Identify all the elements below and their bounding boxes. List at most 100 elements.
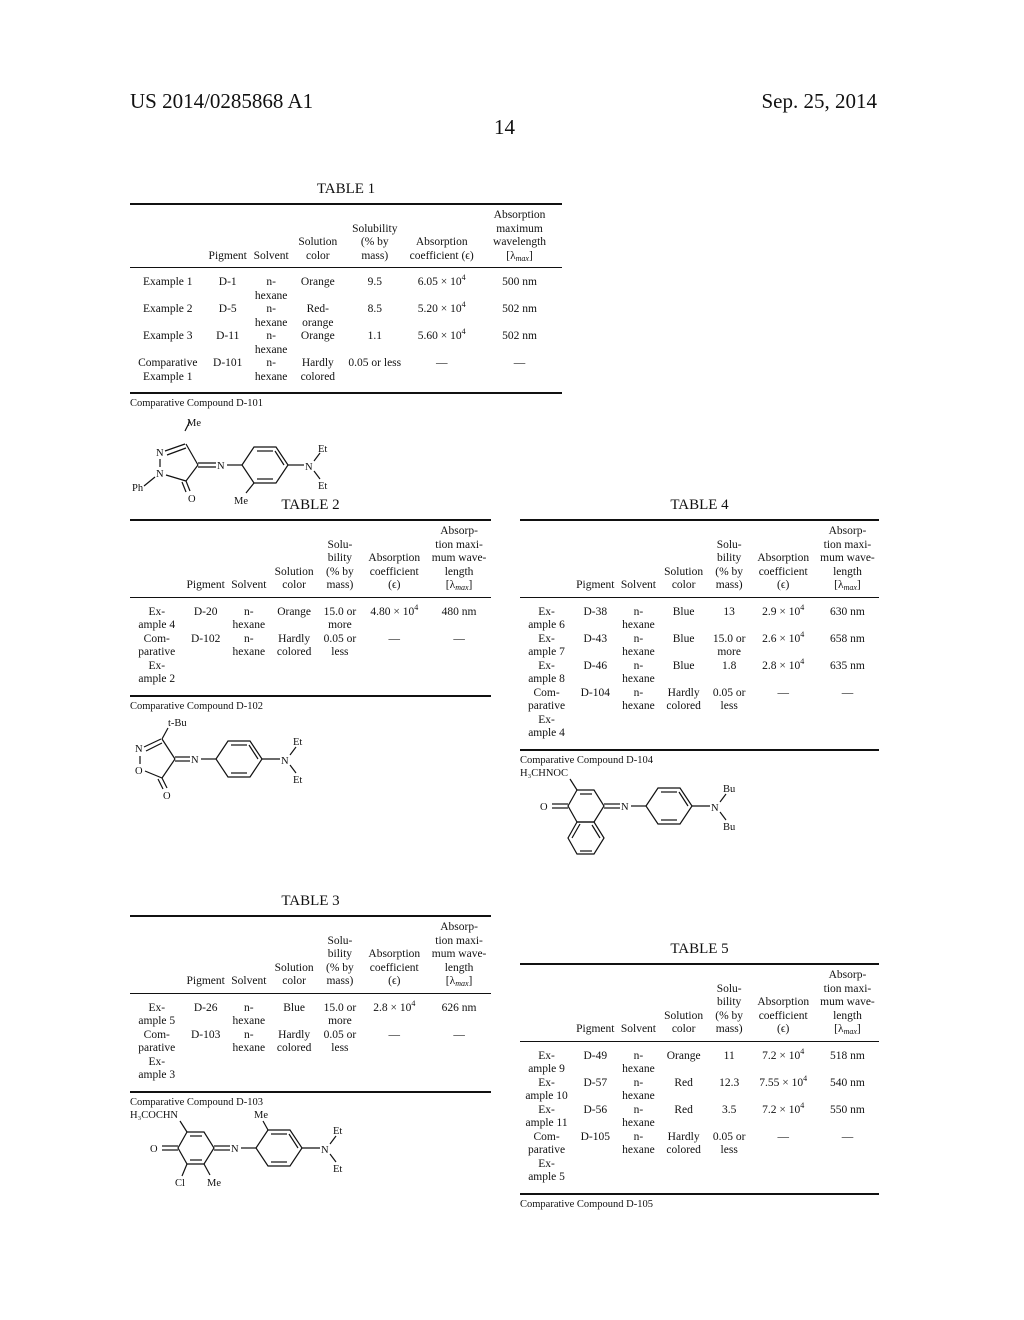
lambda-subscript: max — [843, 1027, 857, 1036]
cell-example: Example 2 — [143, 303, 193, 315]
cell-solvent: n-hexane — [622, 686, 655, 713]
cell-example: Ex- ample 11 — [525, 1103, 568, 1130]
cell-solubility: 1.8 — [721, 659, 737, 672]
table-row: Example 3 D-11 n-hexane Orange 1.1 5.60 × 104… — [130, 328, 562, 357]
coef-exponent: 4 — [800, 1100, 805, 1110]
compound-caption: Comparative Compound D-104 — [520, 754, 653, 766]
cell-pigment: D-20 — [193, 605, 218, 618]
cell-solubility: 9.5 — [367, 276, 382, 288]
cell-solubility: 13 — [723, 605, 735, 618]
cell-color: Orange — [666, 1049, 701, 1062]
cell-color: Hardly colored — [276, 632, 312, 659]
times-ten: × 10 — [779, 1103, 801, 1116]
header-text: Absorp- tion maxi- mum wave- length [λ — [431, 525, 487, 591]
label-n: N — [156, 448, 164, 459]
cell-solvent: n-hexane — [232, 1028, 266, 1055]
col-solubility: Solu- bility (% by mass) — [715, 982, 744, 1036]
cell-color: Hardly colored — [666, 1130, 701, 1157]
cell-color: Blue — [283, 1001, 305, 1014]
table-title: TABLE 2 — [281, 497, 340, 513]
table-body: Ex- ample 9 D-49 n-hexane Orange 11 7.2 × 104… — [520, 1041, 879, 1194]
cell-solvent: n-hexane — [622, 1049, 655, 1076]
cell-pigment: D-105 — [580, 1130, 610, 1143]
cell-pigment: D-38 — [583, 605, 608, 618]
coef-mantissa: 2.9 — [762, 605, 777, 618]
cell-pigment: D-46 — [583, 659, 608, 672]
col-solvent: Solvent — [620, 579, 656, 591]
label-o: O — [135, 766, 143, 777]
coef-mantissa: 7.2 — [762, 1103, 777, 1116]
col-absorption-max: Absorp- tion maxi- mum wave- length [λma… — [816, 520, 879, 597]
table-row: Example 1 D-1 n-hexane Orange 9.5 6.05 × 104 5… — [130, 268, 562, 304]
table-3: Pigment Solvent Solution color Solu- bility… — [130, 915, 491, 1093]
cell-wavelength: 480 nm — [441, 605, 477, 618]
label-o: O — [540, 802, 548, 813]
label-amine-n: N — [321, 1145, 329, 1156]
col-absorption-coefficient: Absorption coefficient (ϵ) — [368, 948, 421, 987]
cell-color: Red-orange — [302, 303, 334, 329]
table-body: Ex- ample 4 D-20 n-hexane Orange 15.0 or mor… — [130, 597, 491, 696]
cell-example: Com- parative Ex- ample 2 — [138, 632, 176, 686]
cell-solvent: n-hexane — [254, 303, 288, 329]
cell-wavelength: — — [513, 357, 526, 369]
col-absorption-max: Absorp- tion maxi- mum wave- length [λma… — [816, 964, 879, 1041]
label-bu: Bu — [723, 784, 736, 795]
cell-wavelength: — — [453, 1028, 465, 1041]
label-imine-n: N — [191, 755, 199, 766]
cell-example: Ex- ample 7 — [528, 632, 565, 659]
table-row: Ex- ample 9 D-49 n-hexane Orange 11 7.2 × 104… — [520, 1041, 879, 1077]
cell-coefficient: 7.2 × 104 — [750, 1100, 815, 1131]
header-text: ] — [856, 579, 861, 591]
cell-example: Ex- ample 10 — [525, 1076, 568, 1103]
col-solution-color: Solution color — [298, 236, 338, 262]
cell-coefficient: — — [388, 632, 401, 645]
compound-caption: Comparative Compound D-105 — [520, 1198, 653, 1210]
label-et: Et — [293, 737, 302, 748]
patent-number: US 2014/0285868 A1 — [130, 89, 314, 113]
table-body: Ex- ample 6 D-38 n-hexane Blue 13 2.9 × 104 63… — [520, 597, 879, 750]
cell-pigment: D-5 — [218, 303, 237, 315]
cell-coefficient: 6.05 × 104 — [406, 268, 477, 304]
col-solvent: Solvent — [253, 249, 289, 262]
table-header: Pigment Solvent Solution color Solu- bility… — [520, 520, 879, 597]
table-2-block: TABLE 2 Pigment Solvent Solution color Solu… — [130, 497, 491, 807]
col-absorption-coefficient: Absorption coefficient (ϵ) — [757, 552, 810, 591]
table-5-block: TABLE 5 Pigment Solvent Solution color Solu… — [520, 941, 879, 1210]
cell-pigment: D-26 — [193, 1001, 218, 1014]
cell-solubility: 3.5 — [721, 1103, 737, 1116]
cell-solvent: n-hexane — [622, 1130, 655, 1157]
label-tbu: t-Bu — [168, 718, 187, 729]
col-pigment: Pigment — [186, 579, 225, 591]
table-title: TABLE 5 — [670, 941, 729, 957]
header-text: ] — [856, 1023, 861, 1035]
cell-solubility: 11 — [723, 1049, 735, 1062]
lambda-subscript: max — [515, 253, 529, 263]
label-et: Et — [333, 1126, 342, 1137]
label-acyl: H₃COCHN — [130, 1110, 178, 1121]
cell-wavelength: 502 nm — [502, 303, 537, 315]
coef-mantissa: 7.55 — [759, 1076, 780, 1089]
cell-coefficient: 7.55 × 104 — [750, 1074, 815, 1104]
label-imine-n: N — [621, 802, 629, 813]
compound-d104-structure: H₃CHNOC O N N Bu Bu — [520, 768, 736, 855]
cell-color: Hardly colored — [276, 1028, 312, 1055]
cell-coefficient: — — [777, 686, 789, 699]
table-header: Pigment Solvent Solution color Solu- bility… — [130, 520, 491, 597]
cell-solvent: n-hexane — [254, 276, 288, 302]
table-row: Example 2 D-5 n-hexane Red-orange 8.5 5.20 × … — [130, 301, 562, 330]
cell-wavelength: 540 nm — [830, 1076, 865, 1089]
cell-coefficient: 5.20 × 104 — [406, 301, 477, 330]
coef-exponent: 4 — [461, 273, 466, 282]
cell-solvent: n-hexane — [254, 330, 288, 356]
label-et: Et — [318, 481, 327, 492]
table-row: Ex- ample 11 D-56 n-hexane Red 3.5 7.2 × 104 5… — [520, 1100, 879, 1131]
cell-wavelength: 626 nm — [441, 1001, 477, 1014]
lambda-subscript: max — [455, 583, 469, 592]
cell-example: Example 3 — [143, 330, 193, 342]
cell-color: Orange — [300, 330, 335, 342]
col-pigment: Pigment — [576, 579, 615, 591]
table-5: Pigment Solvent Solution color Solu- bility… — [520, 963, 879, 1195]
times-ten: × 10 — [782, 1076, 804, 1089]
col-solubility: Solu- bility (% by mass) — [326, 934, 354, 988]
coef-mantissa: 6.05 — [417, 276, 438, 288]
